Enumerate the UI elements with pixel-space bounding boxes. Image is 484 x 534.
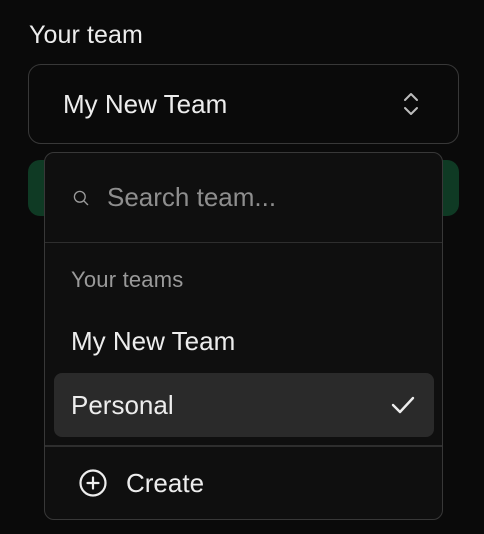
search-icon xyxy=(73,190,89,205)
chevrons-up-down-icon xyxy=(404,93,418,115)
team-dropdown-menu: Your teams My New Team Personal Create xyxy=(44,152,443,520)
team-option-label: Personal xyxy=(71,389,174,420)
team-select-value: My New Team xyxy=(63,88,228,119)
create-label: Create xyxy=(126,467,205,498)
team-option-personal[interactable]: Personal xyxy=(54,373,434,437)
search-row xyxy=(45,153,442,243)
create-team-button[interactable]: Create xyxy=(54,453,434,513)
team-select-button[interactable]: My New Team xyxy=(28,64,459,144)
plus-circle-icon xyxy=(79,469,107,497)
search-input[interactable] xyxy=(107,177,442,218)
team-field-label: Your team xyxy=(29,21,143,49)
group-heading-your-teams: Your teams xyxy=(71,267,184,292)
team-option-my-new-team[interactable]: My New Team xyxy=(54,309,434,373)
team-switcher: Your team My New Team Your teams My New … xyxy=(0,0,484,534)
team-option-label: My New Team xyxy=(71,325,236,356)
check-icon xyxy=(391,396,415,414)
menu-divider xyxy=(45,445,442,447)
